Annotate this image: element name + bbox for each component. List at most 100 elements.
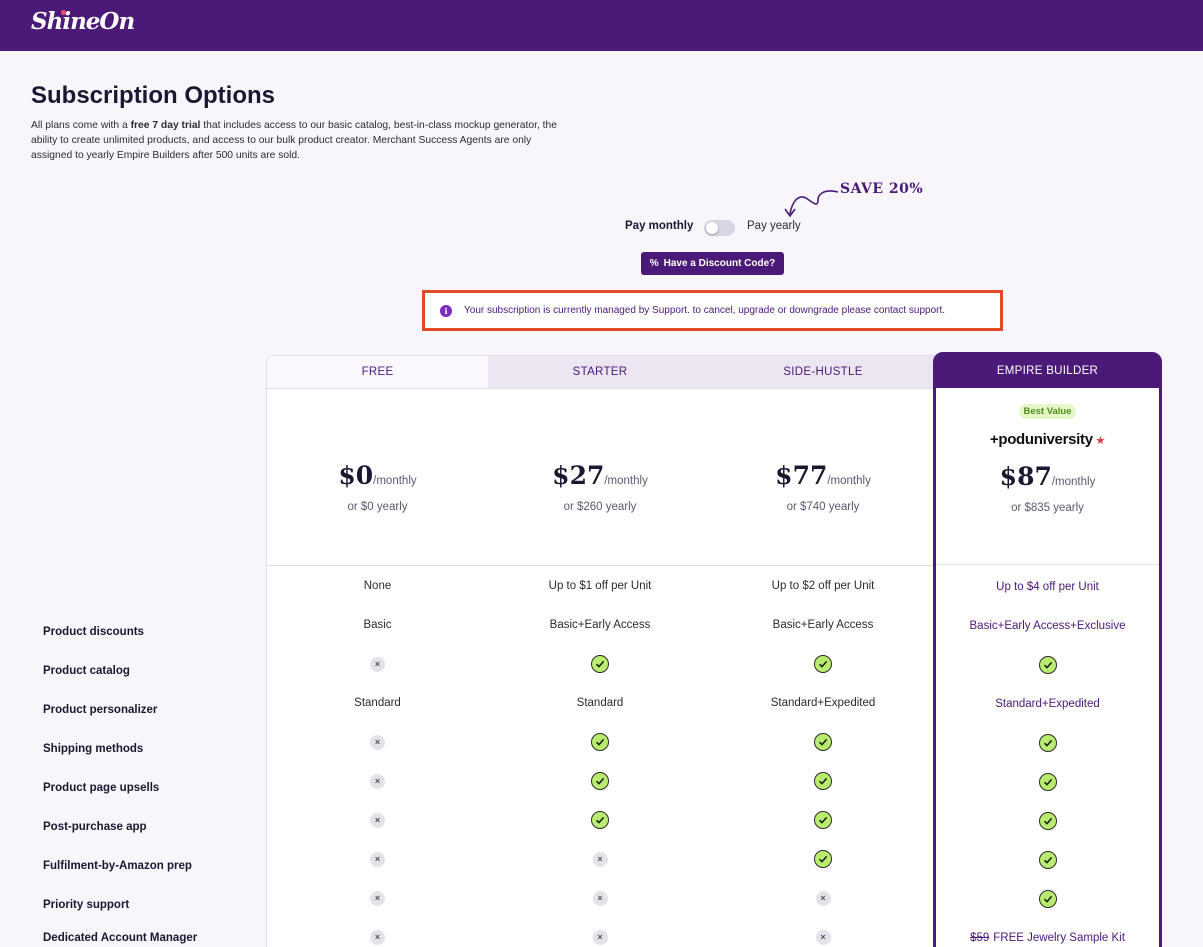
best-value-badge: Best Value bbox=[1019, 404, 1076, 419]
feature-cell: × bbox=[267, 733, 488, 751]
feature-cell: × bbox=[267, 772, 488, 790]
cross-icon: × bbox=[370, 851, 385, 867]
price-period: /monthly bbox=[827, 475, 871, 487]
feature-cell: Up to $2 off per Unit bbox=[711, 577, 935, 595]
feature-label: Product page upsells bbox=[43, 782, 160, 794]
pin-icon: ★ bbox=[1092, 435, 1106, 447]
intro-trial: free 7 day trial bbox=[130, 120, 201, 131]
feature-cell: × bbox=[267, 850, 488, 868]
feature-cell bbox=[936, 890, 1159, 908]
percent-icon: % bbox=[649, 258, 659, 269]
price: $77/monthly bbox=[711, 461, 935, 490]
feature-value: FREE Jewelry Sample Kit bbox=[993, 932, 1125, 944]
feature-cell: Basic+Early Access bbox=[711, 616, 935, 634]
feature-cell bbox=[488, 772, 712, 790]
feature-cell: Basic bbox=[267, 616, 488, 634]
feature-cell: Standard bbox=[267, 694, 488, 712]
plan-column-side-hustle[interactable]: SIDE-HUSTLE $77/monthly or $740 yearly Up t… bbox=[711, 355, 935, 947]
feature-cell: Up to $1 off per Unit bbox=[488, 577, 712, 595]
cross-icon: × bbox=[370, 773, 385, 789]
cross-icon: × bbox=[815, 929, 831, 945]
feature-label: Post-purchase app bbox=[43, 821, 147, 833]
feature-value: None bbox=[363, 580, 392, 592]
feature-cell: $59 FREE Jewelry Sample Kit bbox=[936, 929, 1159, 947]
feature-cell: Basic+Early Access+Exclusive bbox=[936, 617, 1159, 635]
feature-label: Shipping methods bbox=[43, 743, 144, 755]
discount-code-button[interactable]: % Have a Discount Code? bbox=[641, 252, 784, 275]
yearly-price: or $835 yearly bbox=[1011, 502, 1084, 514]
info-icon: i bbox=[440, 304, 452, 317]
cross-icon: × bbox=[370, 929, 385, 945]
feature-cell bbox=[936, 851, 1159, 869]
check-icon bbox=[591, 733, 609, 751]
feature-value: Up to $4 off per Unit bbox=[996, 581, 1099, 593]
plan-name: EMPIRE BUILDER bbox=[936, 354, 1159, 388]
price-period: /monthly bbox=[373, 475, 417, 487]
check-icon bbox=[814, 655, 832, 673]
cross-icon: × bbox=[370, 656, 385, 672]
save-tag: SAVE 20% bbox=[840, 181, 924, 197]
feature-cell bbox=[936, 812, 1159, 830]
plan-column-starter[interactable]: STARTER $27/monthly or $260 yearly Up to $1… bbox=[488, 355, 712, 947]
plan-column-empire-builder[interactable]: EMPIRE BUILDER Best Value +poduniversity ★… bbox=[933, 352, 1162, 947]
check-icon bbox=[814, 772, 832, 790]
feature-label: Priority support bbox=[43, 899, 130, 911]
feature-cell bbox=[711, 733, 935, 751]
feature-cell: × bbox=[267, 889, 488, 907]
feature-label: Dedicated Account Manager bbox=[43, 932, 198, 944]
cross-icon: × bbox=[370, 890, 385, 906]
price-period: /monthly bbox=[1051, 476, 1096, 488]
feature-cell bbox=[711, 772, 935, 790]
plan-name: FREE bbox=[267, 356, 488, 389]
feature-cell bbox=[711, 811, 935, 829]
check-icon bbox=[1038, 773, 1057, 791]
shineon-logo[interactable]: ShineOn bbox=[31, 8, 135, 35]
feature-cell: Up to $4 off per Unit bbox=[936, 578, 1159, 596]
feature-label: Fulfilment-by-Amazon prep bbox=[43, 860, 192, 872]
check-icon bbox=[1038, 734, 1057, 752]
top-bar: ShineOn bbox=[0, 0, 1203, 51]
feature-cell: Standard bbox=[488, 694, 712, 712]
feature-value: Standard bbox=[576, 697, 624, 709]
yearly-price: or $740 yearly bbox=[786, 501, 860, 513]
feature-cell: × bbox=[267, 655, 488, 673]
cross-icon: × bbox=[815, 890, 831, 906]
page-title: Subscription Options bbox=[31, 82, 275, 109]
price-amount: $0 bbox=[338, 461, 374, 490]
feature-cell: Standard+Expedited bbox=[936, 695, 1159, 713]
pay-monthly-label[interactable]: Pay monthly bbox=[625, 220, 693, 232]
feature-value: Standard bbox=[354, 697, 401, 709]
plan-column-free[interactable]: FREE $0/monthly or $0 yearly None Basic × Stan… bbox=[266, 355, 489, 947]
feature-cell: Standard+Expedited bbox=[711, 694, 935, 712]
price: $87/monthly bbox=[936, 462, 1159, 491]
feature-label: Product discounts bbox=[43, 626, 144, 638]
poduniversity-logo: +poduniversity ★ bbox=[936, 431, 1159, 448]
price-amount: $27 bbox=[552, 461, 605, 490]
feature-label: Product catalog bbox=[43, 665, 130, 677]
price-amount: $87 bbox=[999, 462, 1052, 491]
feature-value: Basic+Early Access bbox=[772, 619, 874, 631]
feature-cell bbox=[711, 850, 935, 868]
cross-icon: × bbox=[592, 890, 608, 906]
feature-cell: × bbox=[488, 928, 712, 946]
billing-toggle[interactable] bbox=[704, 220, 735, 236]
price: $0/monthly bbox=[267, 461, 488, 490]
feature-value: Standard+Expedited bbox=[770, 697, 876, 709]
check-icon bbox=[591, 655, 609, 673]
feature-value: Basic+Early Access bbox=[549, 619, 651, 631]
check-icon bbox=[814, 811, 832, 829]
feature-cell: × bbox=[711, 889, 935, 907]
toggle-knob bbox=[706, 222, 718, 234]
cross-icon: × bbox=[370, 812, 385, 828]
feature-cell bbox=[711, 655, 935, 673]
curved-arrow-icon bbox=[784, 190, 839, 218]
pay-yearly-label[interactable]: Pay yearly bbox=[747, 220, 801, 232]
plan-name: STARTER bbox=[488, 356, 712, 389]
price-period: /monthly bbox=[604, 475, 648, 487]
feature-cell: × bbox=[711, 928, 935, 946]
support-notice: i Your subscription is currently managed… bbox=[422, 290, 1003, 331]
feature-cell: × bbox=[267, 928, 488, 946]
feature-cell bbox=[936, 656, 1159, 674]
yearly-price: or $0 yearly bbox=[347, 501, 408, 513]
check-icon bbox=[1038, 890, 1057, 908]
